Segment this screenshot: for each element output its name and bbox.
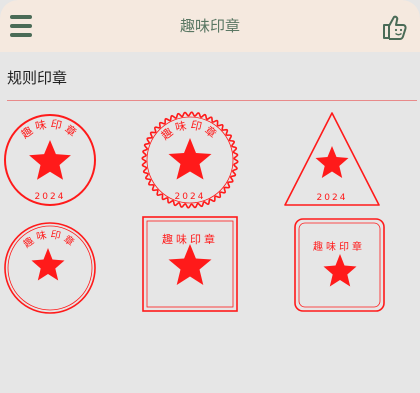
star-icon xyxy=(315,146,349,178)
thumbs-up-icon[interactable] xyxy=(380,12,410,42)
triangle-seal[interactable]: 2024 xyxy=(282,110,382,210)
wavy-circle-seal[interactable]: 趣味印章 2024 xyxy=(140,110,240,210)
top-bar: 趣味印章 xyxy=(0,0,420,52)
seal-bottom-text: 2024 xyxy=(317,193,348,203)
section-title: 规则印章 xyxy=(7,69,68,87)
star-icon xyxy=(29,140,71,180)
star-icon xyxy=(31,248,65,281)
seal-bottom-text: 2024 xyxy=(175,192,206,202)
rounded-square-seal[interactable]: 趣味印章 xyxy=(292,216,388,314)
square-seal[interactable]: 趣味印章 xyxy=(140,214,240,314)
page-title: 趣味印章 xyxy=(179,17,240,35)
star-icon xyxy=(168,244,212,285)
app-window: 趣味印章 规则印章 趣味印章 2024 趣味印章 2024 2024 趣味印章 … xyxy=(0,0,420,393)
double-circle-seal[interactable]: 趣味印章 xyxy=(0,218,100,318)
seal-top-text: 趣味印章 xyxy=(313,240,365,253)
seal-bottom-text: 2024 xyxy=(35,192,66,202)
circle-seal[interactable]: 趣味印章 2024 xyxy=(0,110,100,210)
seal-top-text: 趣味印章 xyxy=(162,232,218,246)
star-icon xyxy=(323,254,357,287)
star-icon xyxy=(168,138,212,180)
section-divider xyxy=(7,100,417,101)
